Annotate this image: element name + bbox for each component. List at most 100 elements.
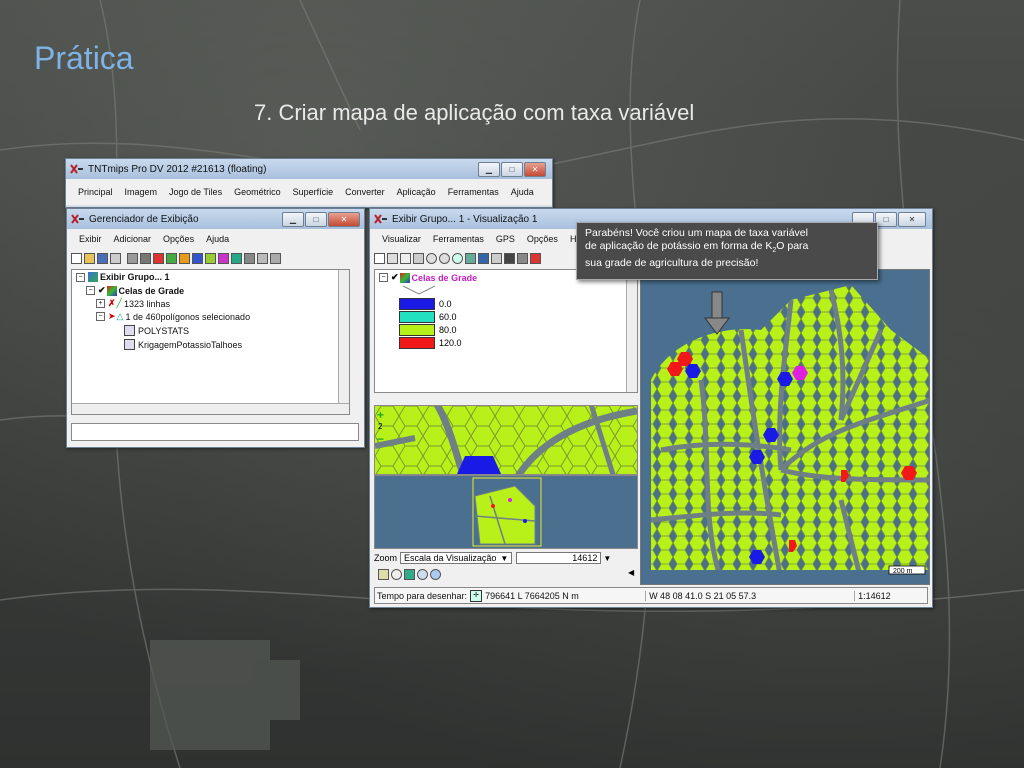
- select-icon[interactable]: [465, 252, 476, 264]
- menu-ajuda[interactable]: Ajuda: [505, 187, 540, 197]
- menu-geometrico[interactable]: Geométrico: [228, 187, 287, 197]
- hidden-x-icon[interactable]: ✗: [108, 298, 116, 309]
- tree-table2-row[interactable]: KrigagemPotassioTalhoes: [124, 339, 242, 350]
- zoom-detail-map: [375, 406, 637, 474]
- menu-ferramentas[interactable]: Ferramentas: [427, 234, 490, 244]
- zoom-label: Zoom: [374, 553, 398, 563]
- new-icon[interactable]: [71, 252, 82, 264]
- menu-ferramentas[interactable]: Ferramentas: [442, 187, 505, 197]
- pan-icon[interactable]: [400, 252, 411, 264]
- arrow-add-icon[interactable]: [530, 252, 541, 264]
- menu-gps[interactable]: GPS: [490, 234, 521, 244]
- checkmark-icon[interactable]: ✔: [391, 272, 399, 283]
- vertical-scrollbar[interactable]: [626, 270, 637, 392]
- zoom-1to1-icon[interactable]: [413, 252, 424, 264]
- add-layer-icon[interactable]: [153, 252, 164, 264]
- zoom-out-side-icon[interactable]: −: [377, 432, 384, 446]
- layer-cad-icon[interactable]: [166, 252, 177, 264]
- collapse-toggle-icon[interactable]: −: [86, 286, 95, 295]
- dropdown-arrow-icon[interactable]: ▼: [603, 554, 611, 563]
- menu-superficie[interactable]: Superfície: [287, 187, 340, 197]
- legend-swatch: [399, 336, 435, 349]
- menu-visualizar[interactable]: Visualizar: [376, 234, 427, 244]
- print-icon[interactable]: [110, 252, 121, 264]
- zoom-in-icon[interactable]: [426, 252, 437, 264]
- menu-aplicacao[interactable]: Aplicação: [391, 187, 442, 197]
- dropdown-arrow-icon[interactable]: ▼: [500, 554, 508, 563]
- menu-opcoes[interactable]: Opções: [157, 234, 200, 244]
- maximize-button[interactable]: □: [305, 211, 327, 227]
- binoculars-icon[interactable]: [504, 252, 515, 264]
- tree-polygons-row[interactable]: − ➤ △ 1 de 460polígonos selecionado: [96, 311, 250, 322]
- magnify-icon[interactable]: [417, 568, 428, 580]
- zoom-box-icon[interactable]: [452, 252, 463, 264]
- layer-table-icon[interactable]: [257, 252, 268, 264]
- layer-region-icon[interactable]: [205, 252, 216, 264]
- menu-imagem[interactable]: Imagem: [119, 187, 164, 197]
- save-icon[interactable]: [97, 252, 108, 264]
- zoom-out-icon[interactable]: [439, 252, 450, 264]
- locator-icon[interactable]: [430, 568, 441, 580]
- menu-ajuda[interactable]: Ajuda: [200, 234, 235, 244]
- minimize-button[interactable]: ▁: [282, 211, 304, 227]
- horizontal-scrollbar[interactable]: [72, 403, 349, 414]
- collapse-toggle-icon[interactable]: −: [96, 312, 105, 321]
- menu-converter[interactable]: Converter: [339, 187, 391, 197]
- full-extent-icon[interactable]: [387, 252, 398, 264]
- vertical-scrollbar[interactable]: [338, 270, 349, 404]
- close-button[interactable]: ✕: [524, 161, 546, 177]
- redraw-icon[interactable]: [374, 252, 385, 264]
- tree-lines-row[interactable]: + ✗ ╱ 1323 linhas: [96, 298, 170, 309]
- gps-icon[interactable]: [478, 252, 489, 264]
- overview-icon[interactable]: [404, 568, 415, 580]
- layer-shape-icon[interactable]: [179, 252, 190, 264]
- expand-toggle-icon[interactable]: +: [96, 299, 105, 308]
- layer-bars-icon[interactable]: [244, 252, 255, 264]
- tree-table1-row[interactable]: POLYSTATS: [124, 325, 189, 336]
- zoom-in-side-icon[interactable]: +: [377, 408, 384, 422]
- open-icon[interactable]: [84, 252, 95, 264]
- minimize-button[interactable]: ▁: [478, 161, 500, 177]
- line-icon: ╱: [116, 298, 122, 308]
- select-arrow-icon[interactable]: ➤: [108, 311, 116, 322]
- menu-jogo-de-tiles[interactable]: Jogo de Tiles: [163, 187, 228, 197]
- main-window-title: TNTmips Pro DV 2012 #21613 (floating): [88, 163, 267, 175]
- maximize-button[interactable]: □: [875, 211, 897, 227]
- layer-mesh-icon[interactable]: [231, 252, 242, 264]
- legend-toggle-icon[interactable]: [378, 568, 389, 580]
- group-icon: [88, 272, 98, 282]
- layer-raster-icon[interactable]: [127, 252, 138, 264]
- coords-readout: 796641 L 7664205 N m: [485, 590, 579, 601]
- menu-exibir[interactable]: Exibir: [73, 234, 108, 244]
- menu-adicionar[interactable]: Adicionar: [108, 234, 158, 244]
- polygon-icon: △: [116, 311, 124, 321]
- tree-layer-row[interactable]: − ✔ Celas de Grade: [86, 285, 184, 296]
- tntmips-main-window: TNTmips Pro DV 2012 #21613 (floating) ▁ …: [65, 158, 553, 208]
- layer-vector-icon[interactable]: [140, 252, 151, 264]
- collapse-panel-arrow-icon[interactable]: ◀: [628, 568, 634, 577]
- layer-controls-icon[interactable]: [517, 252, 528, 264]
- measure-icon[interactable]: [491, 252, 502, 264]
- checkmark-icon[interactable]: ✔: [98, 285, 106, 296]
- collapse-toggle-icon[interactable]: −: [379, 273, 388, 282]
- close-button[interactable]: ✕: [898, 211, 926, 227]
- layer-grid-icon[interactable]: [218, 252, 229, 264]
- tree-layer-label: Celas de Grade: [118, 285, 185, 296]
- legend-layer-row[interactable]: − ✔ Celas de Grade: [379, 272, 477, 283]
- crosshair-icon[interactable]: ✛: [470, 589, 483, 602]
- view-bottom-toolbar: [374, 567, 443, 581]
- menu-opcoes[interactable]: Opções: [521, 234, 564, 244]
- zoom-value-field[interactable]: 14612: [516, 552, 602, 564]
- display-manager-status: [71, 423, 359, 441]
- zoom-mode-select[interactable]: Escala da Visualização ▼: [400, 552, 513, 564]
- close-button[interactable]: ✕: [328, 211, 360, 227]
- layer-list-icon[interactable]: [270, 252, 281, 264]
- layer-tin-icon[interactable]: [192, 252, 203, 264]
- maximize-button[interactable]: □: [501, 161, 523, 177]
- zoom-window-icon[interactable]: [391, 568, 402, 580]
- collapse-toggle-icon[interactable]: −: [76, 272, 85, 282]
- menu-principal[interactable]: Principal: [72, 187, 119, 197]
- overview-locator-panel: [374, 475, 638, 549]
- main-map-canvas[interactable]: 200 m: [640, 269, 930, 585]
- tree-group-row[interactable]: − Exibir Grupo... 1: [76, 272, 170, 282]
